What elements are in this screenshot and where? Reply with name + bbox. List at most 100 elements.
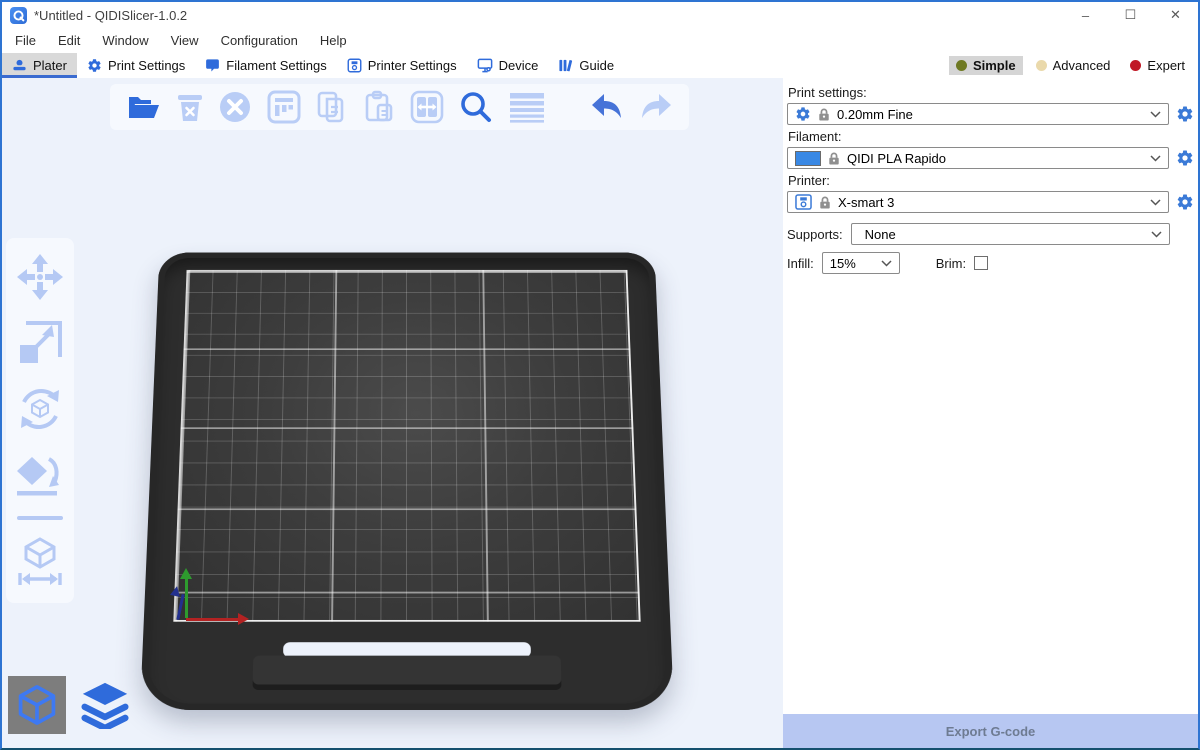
search-button[interactable] <box>459 90 493 124</box>
filament-combo[interactable]: QIDI PLA Rapido <box>787 147 1169 169</box>
place-on-face-button[interactable] <box>15 451 65 499</box>
build-plate-tray <box>140 253 674 710</box>
split-button[interactable] <box>410 90 444 124</box>
printer-icon <box>795 194 812 210</box>
delete-all-button[interactable] <box>218 90 252 124</box>
y-axis-indicator <box>185 578 188 618</box>
editor-3d-view-icon <box>14 682 60 728</box>
tab-filament-settings[interactable]: Filament Settings <box>195 53 336 78</box>
guide-icon <box>558 58 573 73</box>
arrange-button[interactable] <box>267 90 301 124</box>
menu-bar: File Edit Window View Configuration Help <box>2 28 1198 53</box>
filament-icon <box>205 58 220 73</box>
close-button[interactable]: ✕ <box>1153 2 1198 28</box>
filament-gear-button[interactable] <box>1176 149 1194 167</box>
move-icon <box>15 252 65 302</box>
printer-icon <box>347 58 362 73</box>
lock-icon <box>828 151 840 166</box>
print-settings-label: Print settings: <box>788 85 1194 100</box>
mode-expert[interactable]: Expert <box>1123 56 1192 75</box>
minimize-button[interactable]: – <box>1063 2 1108 28</box>
menu-edit[interactable]: Edit <box>47 28 91 53</box>
rotate-button[interactable] <box>15 384 65 434</box>
rotate-icon <box>15 384 65 434</box>
delete-icon <box>177 91 203 123</box>
settings-sidebar: Print settings: 0.20mm Fine Filament: QI… <box>783 78 1198 748</box>
chevron-down-icon <box>1150 111 1161 118</box>
tab-plater[interactable]: Plater <box>2 53 77 78</box>
export-gcode-button[interactable]: Export G-code <box>783 714 1198 748</box>
menu-window[interactable]: Window <box>91 28 159 53</box>
menu-help[interactable]: Help <box>309 28 358 53</box>
mode-label: Advanced <box>1053 58 1111 73</box>
redo-button[interactable] <box>639 92 673 122</box>
move-button[interactable] <box>15 252 65 302</box>
copy-button[interactable] <box>316 90 348 124</box>
preview-layers-button[interactable] <box>76 676 134 734</box>
infill-label: Infill: <box>787 256 814 271</box>
printer-label: Printer: <box>788 173 1194 188</box>
paste-icon <box>363 90 395 124</box>
variable-layer-height-button[interactable] <box>508 90 546 124</box>
printer-value: X-smart 3 <box>838 195 894 210</box>
maximize-button[interactable]: ☐ <box>1108 2 1153 28</box>
print-settings-gear-button[interactable] <box>1176 105 1194 123</box>
scale-button[interactable] <box>16 319 64 367</box>
supports-combo[interactable]: None <box>851 223 1170 245</box>
arrange-icon <box>267 90 301 124</box>
gear-icon <box>795 106 811 122</box>
print-settings-value: 0.20mm Fine <box>837 107 913 122</box>
left-toolbar <box>6 238 74 603</box>
mode-advanced[interactable]: Advanced <box>1029 56 1118 75</box>
infill-combo[interactable]: 15% <box>822 252 900 274</box>
supports-label: Supports: <box>787 227 843 242</box>
chevron-down-icon <box>1150 199 1161 206</box>
expert-mode-dot-icon <box>1130 60 1141 71</box>
menu-file[interactable]: File <box>4 28 47 53</box>
x-axis-indicator <box>186 618 238 621</box>
brim-checkbox[interactable] <box>974 256 988 270</box>
measure-button[interactable] <box>16 537 64 587</box>
build-plate-handle <box>253 656 562 685</box>
menu-configuration[interactable]: Configuration <box>210 28 309 53</box>
redo-icon <box>639 92 673 122</box>
printer-gear-button[interactable] <box>1176 193 1194 211</box>
plater-icon <box>12 58 27 73</box>
print-settings-combo[interactable]: 0.20mm Fine <box>787 103 1169 125</box>
copy-icon <box>316 90 348 124</box>
filament-color-swatch <box>795 151 821 166</box>
z-axis-arrowhead <box>170 585 182 597</box>
chevron-down-icon <box>1150 155 1161 162</box>
measure-icon <box>16 537 64 587</box>
print-bed-grid <box>173 270 640 622</box>
title-bar: *Untitled - QIDISlicer-1.0.2 – ☐ ✕ <box>2 2 1198 28</box>
tab-print-settings[interactable]: Print Settings <box>77 53 195 78</box>
window-title: *Untitled - QIDISlicer-1.0.2 <box>34 8 187 23</box>
mode-simple[interactable]: Simple <box>949 56 1023 75</box>
delete-button[interactable] <box>177 91 203 123</box>
plater-3d-viewport[interactable] <box>2 78 783 748</box>
x-axis-arrowhead <box>238 613 249 625</box>
advanced-mode-dot-icon <box>1036 60 1047 71</box>
lock-icon <box>819 195 831 210</box>
open-button[interactable] <box>126 91 162 123</box>
tab-device[interactable]: Device <box>467 53 549 78</box>
tab-label: Plater <box>33 58 67 73</box>
undo-icon <box>590 92 624 122</box>
paste-button[interactable] <box>363 90 395 124</box>
mode-switcher: Simple Advanced Expert <box>949 53 1198 78</box>
place-on-face-icon <box>15 451 65 499</box>
search-icon <box>459 90 493 124</box>
tab-guide[interactable]: Guide <box>548 53 624 78</box>
chevron-down-icon <box>881 260 892 267</box>
undo-button[interactable] <box>590 92 624 122</box>
tab-printer-settings[interactable]: Printer Settings <box>337 53 467 78</box>
build-plate <box>140 253 674 710</box>
printer-combo[interactable]: X-smart 3 <box>787 191 1169 213</box>
tab-label: Guide <box>579 58 614 73</box>
view-mode-toggles <box>8 676 134 734</box>
editor-3d-view-button[interactable] <box>8 676 66 734</box>
filament-value: QIDI PLA Rapido <box>847 151 946 166</box>
chevron-down-icon <box>1151 231 1162 238</box>
menu-view[interactable]: View <box>160 28 210 53</box>
